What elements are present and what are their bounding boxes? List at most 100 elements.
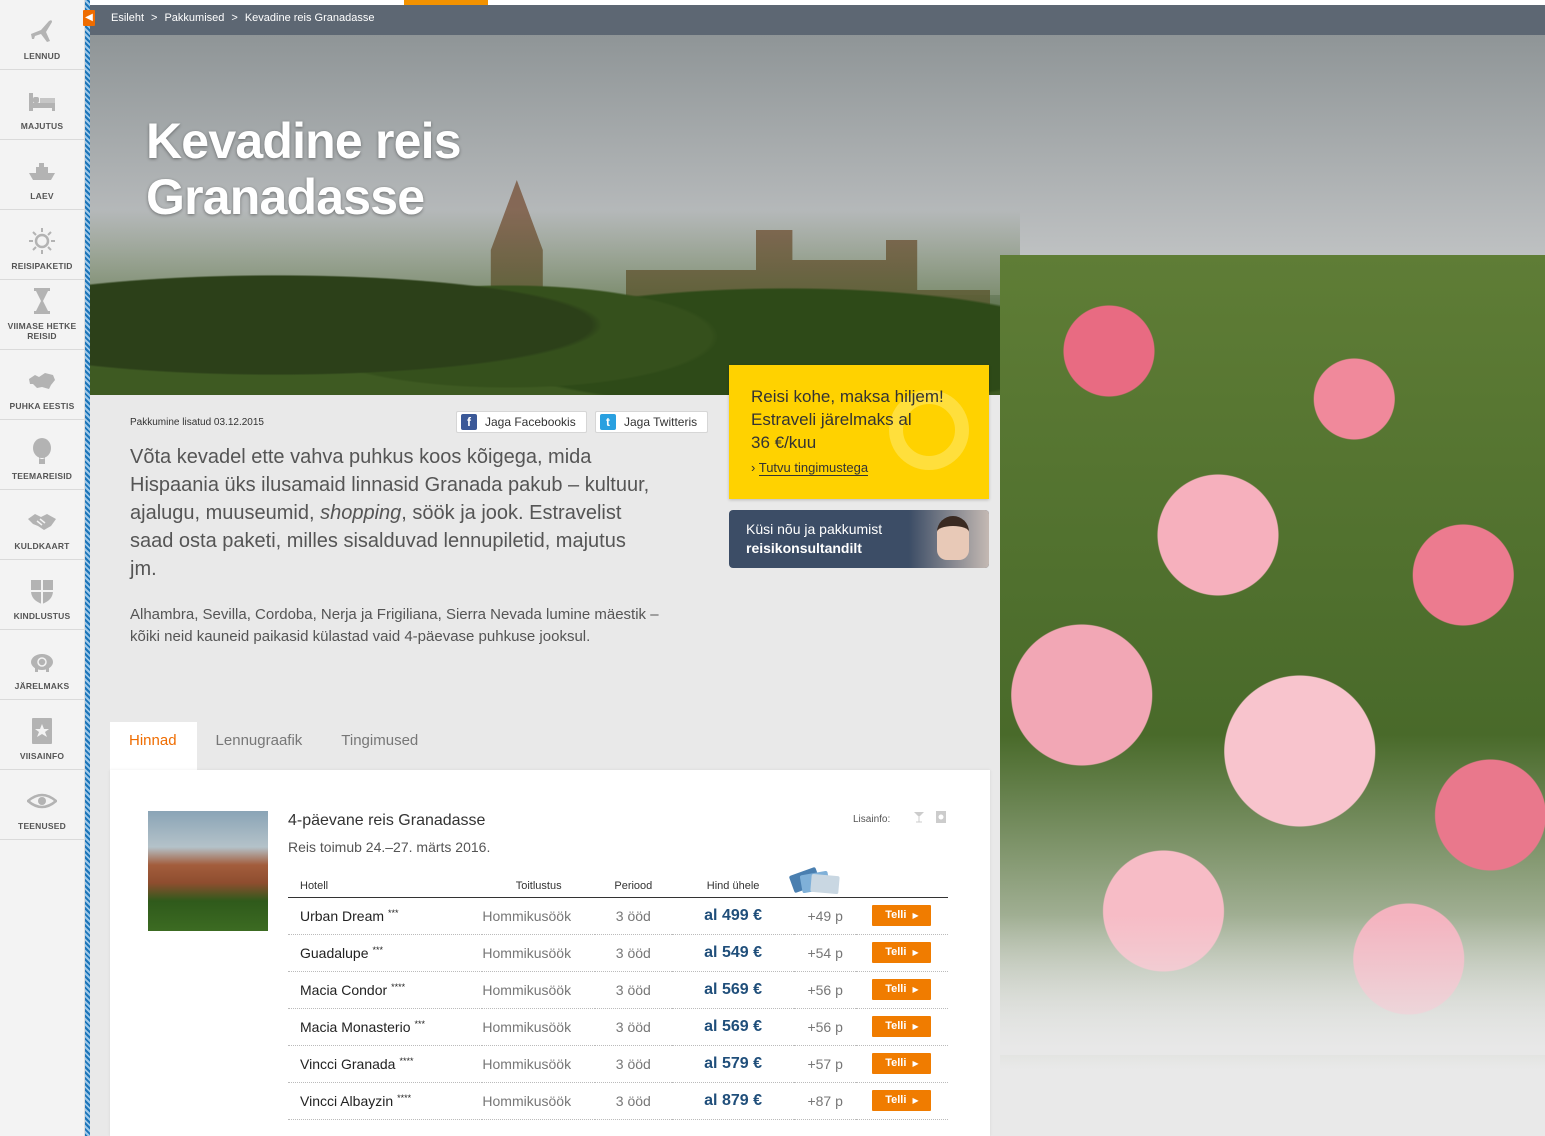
sidebar-item-teenused[interactable]: TEENUSED: [0, 770, 84, 840]
column-header-empty: [794, 875, 856, 898]
hotel-name[interactable]: Urban Dream ***: [288, 897, 483, 935]
hotel-stars: ****: [399, 1055, 414, 1066]
points-cell: +49 p: [794, 897, 856, 935]
sidebar-item-puhka-eestis[interactable]: PUHKA EESTIS: [0, 350, 84, 420]
hotel-name-text: Vincci Albayzin: [300, 1092, 394, 1109]
consultant-line1: Küsi nõu ja pakkumist: [746, 521, 883, 537]
sidebar-item-reisipaketid[interactable]: REISIPAKETID: [0, 210, 84, 280]
chevron-right-icon: ›: [751, 460, 756, 475]
points-cell: +57 p: [794, 1045, 856, 1083]
sidebar-item-label: VIIMASE HETKE REISID: [7, 321, 77, 341]
sidebar-item-viimase-hetke[interactable]: VIIMASE HETKE REISID: [0, 280, 84, 350]
price-cell: al 579 €: [671, 1045, 795, 1083]
sidebar-item-label: TEEMAREISID: [11, 471, 73, 481]
sidebar-collapse-button[interactable]: ◀: [83, 10, 95, 26]
points-cell: +56 p: [794, 1008, 856, 1046]
page-title-line1: Kevadine reis: [146, 113, 462, 169]
sidebar-item-label: REISIPAKETID: [11, 261, 73, 271]
table-header-row: Hotell Toitlustus Periood Hind ühele: [288, 875, 948, 898]
installment-promo[interactable]: Reisi kohe, maksa hiljem! Estraveli järe…: [729, 365, 989, 499]
period-cell: 3 ööd: [594, 1008, 672, 1046]
sidebar-item-kindlustus[interactable]: KINDLUSTUS: [0, 560, 84, 630]
hotel-name[interactable]: Vincci Granada ****: [288, 1045, 483, 1083]
hotel-name[interactable]: Vincci Albayzin ****: [288, 1082, 483, 1120]
lead-text: Võta kevadel ette vahva puhkus koos kõig…: [130, 443, 650, 583]
table-row: Vincci Albayzin **** Hommikusöök 3 ööd al 87…: [288, 1082, 948, 1120]
trip-date: Reis toimub 24.–27. märts 2016.: [288, 839, 491, 855]
column-header-period: Periood: [594, 875, 672, 898]
piggybank-icon: [31, 654, 53, 672]
sidebar-item-kuldkaart[interactable]: KULDKAART: [0, 490, 84, 560]
sidebar-item-viisainfo[interactable]: VIISAINFO: [0, 700, 84, 770]
price-cell: al 549 €: [671, 934, 795, 972]
shield-icon: [31, 580, 53, 604]
order-button[interactable]: Telli ▶: [872, 979, 932, 1000]
trip-title: 4-päevane reis Granadasse: [288, 812, 486, 829]
share-facebook-label: Jaga Facebookis: [485, 415, 576, 429]
promo-text-line: Estraveli järelmaks al: [751, 410, 912, 429]
order-button[interactable]: Telli ▶: [872, 1016, 932, 1037]
breadcrumb-home[interactable]: Esileht: [111, 12, 144, 24]
consultant-button[interactable]: Küsi nõu ja pakkumist reisikonsultandilt: [729, 510, 989, 568]
sidebar-item-lennud[interactable]: LENNUD: [0, 0, 84, 70]
share-twitter-button[interactable]: t Jaga Twitteris: [595, 411, 709, 433]
hotel-name[interactable]: Macia Monasterio ***: [288, 1008, 483, 1046]
sidebar-item-majutus[interactable]: MAJUTUS: [0, 70, 84, 140]
cocktail-icon[interactable]: [912, 810, 926, 824]
sidebar-item-label: VIISAINFO: [19, 751, 65, 761]
order-button[interactable]: Telli ▶: [872, 1053, 932, 1074]
order-button-label: Telli: [885, 946, 907, 958]
hotel-stars: ****: [397, 1092, 412, 1103]
sidebar-item-label: LAEV: [30, 191, 54, 201]
breadcrumb-current: Kevadine reis Granadasse: [244, 12, 375, 24]
order-cell: Telli ▶: [855, 897, 948, 935]
promo-text-line: Reisi kohe, maksa hiljem!: [751, 387, 944, 406]
passport-small-icon[interactable]: [934, 810, 948, 824]
page-title: Kevadine reis Granadasse: [146, 113, 462, 225]
period-cell: 3 ööd: [594, 897, 672, 935]
sidebar-item-label: LENNUD: [23, 51, 61, 61]
lead-text-emphasis: shopping: [320, 502, 402, 524]
food-cell: Hommikusöök: [482, 1082, 595, 1120]
order-cell: Telli ▶: [855, 971, 948, 1009]
period-cell: 3 ööd: [594, 934, 672, 972]
breadcrumb: Esileht > Pakkumised > Kevadine reis Gra…: [111, 12, 374, 24]
breadcrumb-separator: >: [231, 12, 238, 24]
hotel-stars: ***: [372, 944, 384, 955]
play-arrow-icon: ▶: [912, 1059, 919, 1068]
column-header-empty: [855, 875, 948, 898]
period-cell: 3 ööd: [594, 1082, 672, 1120]
breadcrumb-offers[interactable]: Pakkumised: [164, 12, 224, 24]
tab-bar: Hinnad Lennugraafik Tingimused: [110, 722, 438, 770]
breadcrumb-separator: >: [151, 12, 158, 24]
promo-terms-label: Tutvu tingimustega: [758, 460, 869, 476]
share-facebook-button[interactable]: f Jaga Facebookis: [456, 411, 587, 433]
column-header-food: Toitlustus: [482, 875, 595, 898]
order-button[interactable]: Telli ▶: [872, 1090, 932, 1111]
table-row: Guadalupe *** Hommikusöök 3 ööd al 549 € +54 …: [288, 934, 948, 972]
play-arrow-icon: ▶: [912, 1022, 919, 1031]
prices-panel: 4-päevane reis Granadasse Reis toimub 24…: [110, 770, 990, 1136]
order-cell: Telli ▶: [855, 1008, 948, 1046]
promo-terms-link[interactable]: › Tutvu tingimustega: [751, 460, 967, 476]
sidebar-item-jarelmaks[interactable]: JÄRELMAKS: [0, 630, 84, 700]
order-button[interactable]: Telli ▶: [872, 905, 932, 926]
order-button[interactable]: Telli ▶: [872, 942, 932, 963]
passport-icon: [32, 718, 52, 744]
tab-hinnad[interactable]: Hinnad: [110, 722, 197, 770]
sun-icon: [29, 228, 55, 254]
trip-photo: [148, 811, 268, 931]
play-arrow-icon: ▶: [912, 948, 919, 957]
top-accent-bar: [404, 0, 488, 5]
tab-lennugraafik[interactable]: Lennugraafik: [197, 722, 323, 770]
table-row: Macia Monasterio *** Hommikusöök 3 ööd al 56…: [288, 1008, 948, 1046]
promo-text-line: 36 €/kuu: [751, 433, 817, 452]
hotel-name[interactable]: Macia Condor ****: [288, 971, 483, 1009]
food-cell: Hommikusöök: [482, 934, 595, 972]
sidebar-item-teemareisid[interactable]: TEEMAREISID: [0, 420, 84, 490]
column-header-hotel: Hotell: [288, 875, 483, 898]
sidebar-item-laev[interactable]: LAEV: [0, 140, 84, 210]
tab-tingimused[interactable]: Tingimused: [322, 722, 438, 770]
hotel-name[interactable]: Guadalupe ***: [288, 934, 483, 972]
sidebar-item-label: MAJUTUS: [20, 121, 64, 131]
